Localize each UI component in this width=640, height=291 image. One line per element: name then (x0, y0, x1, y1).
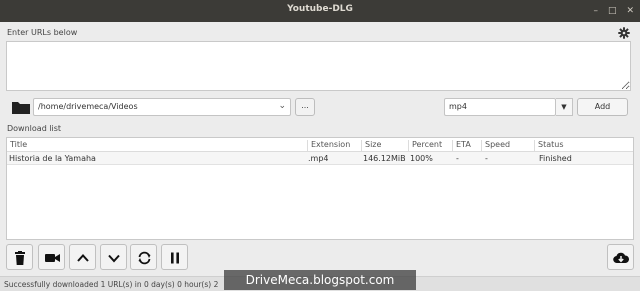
reload-button[interactable] (130, 244, 157, 270)
row-status: Finished (539, 154, 572, 163)
format-dropdown-icon[interactable]: ▼ (556, 98, 573, 116)
column-title[interactable]: Title (7, 140, 308, 151)
table-header: Title Extension Size Percent ETA Speed S… (7, 138, 633, 152)
download-button[interactable] (607, 244, 634, 270)
minimize-button[interactable]: – (593, 6, 598, 16)
download-list-label: Download list (7, 124, 62, 133)
row-speed: - (485, 154, 488, 163)
table-row[interactable]: Historia de la Yamaha .mp4 146.12MiB 100… (7, 152, 633, 165)
pause-icon (171, 252, 179, 264)
close-button[interactable]: ✕ (626, 6, 634, 16)
format-value: mp4 (449, 102, 467, 111)
row-size: 146.12MiB (363, 154, 406, 163)
window-title: Youtube-DLG (287, 4, 353, 14)
column-status[interactable]: Status (535, 140, 634, 151)
maximize-button[interactable]: □ (608, 6, 617, 16)
format-select[interactable]: mp4 (444, 98, 556, 116)
row-extension: .mp4 (308, 154, 329, 163)
download-path-select[interactable]: /home/drivemeca/Videos ⌄ (33, 98, 291, 116)
column-extension[interactable]: Extension (308, 140, 362, 151)
delete-button[interactable] (6, 244, 33, 270)
move-down-icon (108, 254, 120, 263)
move-up-button[interactable] (69, 244, 96, 270)
urls-input[interactable] (6, 41, 631, 91)
folder-icon (12, 102, 30, 114)
urls-label: Enter URLs below (7, 28, 78, 37)
download-list-table[interactable]: Title Extension Size Percent ETA Speed S… (6, 137, 634, 240)
browse-button[interactable]: ... (295, 98, 315, 116)
window-controls: – □ ✕ (593, 6, 634, 16)
move-down-button[interactable] (100, 244, 127, 270)
video-camera-icon (45, 254, 60, 262)
pause-button[interactable] (161, 244, 188, 270)
column-eta[interactable]: ETA (453, 140, 482, 151)
column-speed[interactable]: Speed (482, 140, 535, 151)
column-percent[interactable]: Percent (409, 140, 453, 151)
row-title: Historia de la Yamaha (9, 154, 96, 163)
row-eta: - (456, 154, 459, 163)
column-size[interactable]: Size (362, 140, 409, 151)
watermark-text: DriveMeca.blogspot.com (224, 270, 416, 290)
download-path-value: /home/drivemeca/Videos (38, 102, 138, 111)
move-up-icon (77, 254, 89, 262)
chevron-down-icon: ⌄ (278, 101, 286, 111)
row-percent: 100% (410, 154, 433, 163)
delete-icon (15, 251, 25, 265)
cloud-download-icon (613, 252, 629, 264)
gear-icon[interactable] (618, 27, 630, 39)
reload-icon (138, 251, 151, 265)
title-bar: Youtube-DLG – □ ✕ (0, 0, 640, 22)
add-button[interactable]: Add (577, 98, 628, 116)
status-text: Successfully downloaded 1 URL(s) in 0 da… (4, 280, 219, 289)
play-video-button[interactable] (38, 244, 65, 270)
